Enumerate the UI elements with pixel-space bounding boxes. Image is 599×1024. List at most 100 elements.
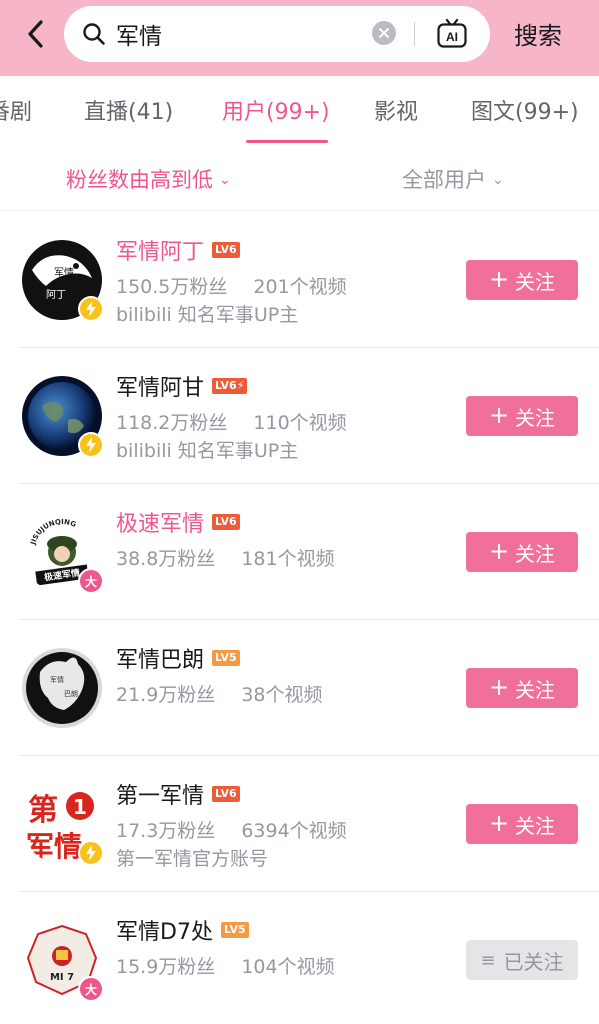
search-icon xyxy=(83,23,105,45)
user-stats: 15.9万粉丝 104个视频 xyxy=(116,952,335,979)
level-label: LV6 xyxy=(215,379,237,392)
video-count: 110个视频 xyxy=(253,412,347,434)
user-name[interactable]: 军情巴朗 xyxy=(116,642,204,674)
search-box[interactable]: AI xyxy=(64,6,490,62)
chevron-left-icon xyxy=(28,20,43,48)
divider xyxy=(0,210,599,211)
back-button[interactable] xyxy=(18,16,54,52)
clear-button[interactable] xyxy=(372,21,396,45)
fans-count: 38.8万粉丝 xyxy=(116,548,216,570)
chevron-down-icon: ⌄ xyxy=(219,172,231,188)
menu-lines-icon: ≡ xyxy=(480,949,496,971)
avatar-text: MI 7 xyxy=(50,972,74,983)
avatar-text: 第 xyxy=(28,793,58,828)
search-header: AI 搜索 xyxy=(0,0,599,76)
plus-icon: + xyxy=(488,401,510,429)
follow-button[interactable]: + 关注 xyxy=(466,396,578,436)
big-member-badge: 大 xyxy=(78,976,104,1002)
tab-bangumi[interactable]: 番剧 xyxy=(0,94,32,126)
user-description: 第一军情官方账号 xyxy=(116,848,269,870)
level-badge: LV5 xyxy=(212,650,240,666)
user-stats: 38.8万粉丝 181个视频 xyxy=(116,544,335,571)
fans-count: 21.9万粉丝 xyxy=(116,684,216,706)
user-stats: 17.3万粉丝 6394个视频 xyxy=(116,816,347,843)
list-item[interactable]: MI 7 大 军情D7处 LV5 15.9万粉丝 104个视频 ≡ 已关注 xyxy=(0,892,599,1024)
follow-button[interactable]: + 关注 xyxy=(466,804,578,844)
chevron-down-icon: ⌄ xyxy=(492,172,504,188)
list-item[interactable]: 第 1 军情 第一军情 LV6 17.3万粉丝 6394个视频 第一军情官方账号 … xyxy=(0,756,599,892)
list-item[interactable]: 军情阿甘 LV6⚡ 118.2万粉丝 110个视频 bilibili 知名军事UP… xyxy=(0,348,599,484)
follow-label: 关注 xyxy=(515,677,556,702)
lightning-icon: ⚡ xyxy=(236,379,245,392)
plus-icon: + xyxy=(488,809,510,837)
search-input[interactable] xyxy=(116,18,366,50)
plus-icon: + xyxy=(488,673,510,701)
follow-label: 已关注 xyxy=(503,949,564,974)
level-badge: LV6 xyxy=(212,514,240,530)
fans-count: 15.9万粉丝 xyxy=(116,956,216,978)
list-item[interactable]: 军情 巴朗 军情巴朗 LV5 21.9万粉丝 38个视频 + 关注 xyxy=(0,620,599,756)
user-description: bilibili 知名军事UP主 xyxy=(116,440,299,462)
follow-label: 关注 xyxy=(515,813,556,838)
wolf-logo-icon: 军情 巴朗 xyxy=(22,648,102,728)
avatar-text: 军情 xyxy=(54,266,74,279)
tab-users[interactable]: 用户(99+) xyxy=(222,94,330,126)
level-badge: LV6 xyxy=(212,786,240,802)
list-item[interactable]: 军情 阿丁 军情阿丁 LV6 150.5万粉丝 201个视频 bilibili 知… xyxy=(0,212,599,348)
ai-icon[interactable]: AI xyxy=(436,18,468,50)
avatar-text: 1 xyxy=(73,795,87,819)
follow-button[interactable]: + 关注 xyxy=(466,668,578,708)
close-icon xyxy=(379,28,389,38)
user-name[interactable]: 军情D7处 xyxy=(116,914,213,946)
sort-label: 粉丝数由高到低 xyxy=(66,168,213,192)
user-type-dropdown[interactable]: 全部用户 ⌄ xyxy=(402,164,504,194)
sort-dropdown[interactable]: 粉丝数由高到低 ⌄ xyxy=(66,164,231,194)
tab-articles[interactable]: 图文(99+) xyxy=(471,94,579,126)
verified-bolt-icon xyxy=(78,840,104,866)
user-list: 军情 阿丁 军情阿丁 LV6 150.5万粉丝 201个视频 bilibili 知… xyxy=(0,212,599,1024)
follow-label: 关注 xyxy=(515,541,556,566)
avatar-text: 巴朗 xyxy=(64,689,78,698)
level-badge: LV5 xyxy=(220,922,249,938)
user-name[interactable]: 军情阿甘 xyxy=(116,370,204,402)
ai-icon-label: AI xyxy=(446,30,458,44)
avatar[interactable]: 军情 巴朗 xyxy=(22,648,102,728)
verified-bolt-icon xyxy=(78,432,104,458)
user-stats: 21.9万粉丝 38个视频 xyxy=(116,680,323,707)
level-badge: LV6 xyxy=(212,242,240,258)
tab-live[interactable]: 直播(41) xyxy=(84,94,173,126)
big-member-badge: 大 xyxy=(78,568,104,594)
plus-icon: + xyxy=(488,265,510,293)
user-name[interactable]: 军情阿丁 xyxy=(116,234,204,266)
video-count: 181个视频 xyxy=(241,548,335,570)
user-stats: 150.5万粉丝 201个视频 xyxy=(116,272,347,299)
plus-icon: + xyxy=(488,537,510,565)
fans-count: 150.5万粉丝 xyxy=(116,276,228,298)
avatar-text: 军情 xyxy=(26,830,82,863)
filter-bar: 粉丝数由高到低 ⌄ 全部用户 ⌄ xyxy=(0,148,599,210)
user-type-label: 全部用户 xyxy=(402,168,486,192)
follow-button[interactable]: + 关注 xyxy=(466,532,578,572)
user-description: bilibili 知名军事UP主 xyxy=(116,304,299,326)
followed-button[interactable]: ≡ 已关注 xyxy=(466,940,578,980)
video-count: 38个视频 xyxy=(241,684,323,706)
list-item[interactable]: JISUJUNQING 极速军情 大 极速军情 LV6 38.8万粉丝 181个视… xyxy=(0,484,599,620)
avatar-text: 军情 xyxy=(50,675,64,684)
search-box-divider xyxy=(414,22,415,46)
avatar-text: 阿丁 xyxy=(46,289,66,301)
result-type-tabs: 番剧 直播(41) 用户(99+) 影视 图文(99+) xyxy=(0,76,599,148)
user-name[interactable]: 极速军情 xyxy=(116,506,204,538)
tab-movies[interactable]: 影视 xyxy=(374,94,418,126)
video-count: 201个视频 xyxy=(253,276,347,298)
fans-count: 17.3万粉丝 xyxy=(116,820,216,842)
video-count: 104个视频 xyxy=(241,956,335,978)
follow-label: 关注 xyxy=(515,269,556,294)
active-tab-indicator xyxy=(246,140,328,143)
video-count: 6394个视频 xyxy=(241,820,347,842)
verified-bolt-icon xyxy=(78,296,104,322)
fans-count: 118.2万粉丝 xyxy=(116,412,228,434)
follow-button[interactable]: + 关注 xyxy=(466,260,578,300)
user-name[interactable]: 第一军情 xyxy=(116,778,204,810)
search-button[interactable]: 搜索 xyxy=(514,16,562,51)
user-stats: 118.2万粉丝 110个视频 xyxy=(116,408,347,435)
